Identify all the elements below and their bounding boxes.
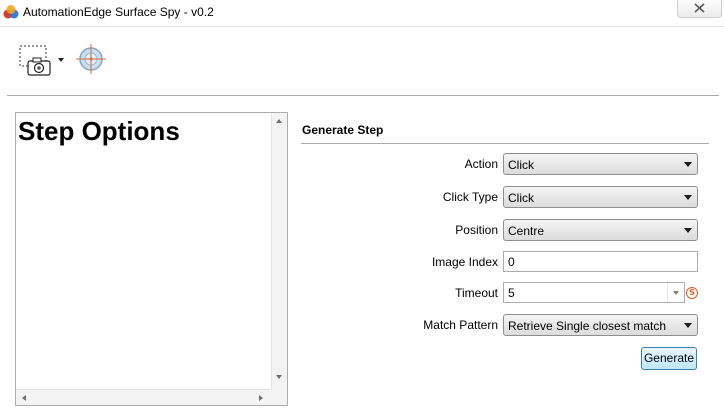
scroll-right-icon[interactable] [259,395,263,401]
timeout-value: 5 [508,286,515,300]
app-logo-icon [3,5,19,19]
seconds-s-icon: S [686,287,698,299]
chevron-down-icon [684,162,692,167]
chevron-down-icon [58,58,64,62]
section-divider [301,143,709,144]
match-pattern-dropdown[interactable]: Retrieve Single closest match [503,314,698,336]
match-pattern-label: Match Pattern [423,318,498,332]
timeout-dropdown-button[interactable] [667,283,684,302]
vertical-scrollbar[interactable] [271,113,287,389]
generate-button[interactable]: Generate [641,347,697,370]
window-title: AutomationEdge Surface Spy - v0.2 [23,5,214,19]
crosshair-target-icon [76,44,106,74]
click-type-value: Click [508,191,534,205]
click-type-label: Click Type [442,190,498,204]
scroll-down-icon[interactable] [276,375,282,379]
toolbar-divider [7,95,719,96]
chevron-down-icon [684,323,692,328]
action-value: Click [508,158,534,172]
chevron-down-icon [684,195,692,200]
close-icon [694,3,705,13]
step-options-panel[interactable]: Step Options [15,112,288,406]
scroll-left-icon[interactable] [22,395,26,401]
target-button[interactable] [75,43,107,75]
action-dropdown[interactable]: Click [503,153,698,175]
timeout-label: Timeout [455,286,498,300]
image-index-input[interactable]: 0 [503,251,698,272]
timeout-input[interactable]: 5 [503,282,685,303]
image-index-label: Image Index [431,255,498,269]
action-label: Action [464,157,498,171]
chevron-down-icon [684,228,692,233]
step-options-heading: Step Options [18,116,180,146]
match-pattern-value: Retrieve Single closest match [508,319,667,333]
screen-capture-camera-icon [19,45,51,76]
title-bar: AutomationEdge Surface Spy - v0.2 [0,0,724,27]
capture-button[interactable] [18,44,70,78]
image-index-value: 0 [508,255,515,269]
generate-step-title: Generate Step [302,123,384,137]
click-type-dropdown[interactable]: Click [503,186,698,208]
scrollbar-corner [271,389,287,405]
horizontal-scrollbar[interactable] [16,389,271,405]
position-label: Position [455,223,498,237]
toolbar [0,28,724,94]
chevron-down-icon [673,291,679,295]
position-value: Centre [508,224,545,238]
scroll-up-icon[interactable] [276,119,282,123]
close-button[interactable] [677,0,722,18]
position-dropdown[interactable]: Centre [503,219,698,241]
